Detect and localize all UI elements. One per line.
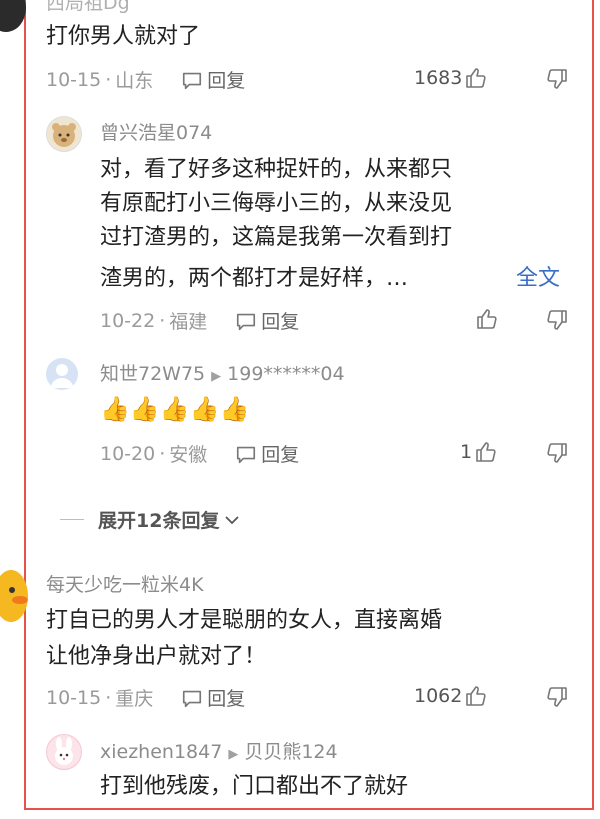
thumbs-up-icon [476, 442, 496, 462]
comment-username[interactable]: 曾兴浩星074 [100, 118, 212, 145]
expand-replies-button[interactable]: 展开12条回复 [60, 506, 241, 533]
reply-button[interactable]: 回复 [235, 440, 299, 467]
thumbs-down-button[interactable] [545, 67, 569, 95]
avatar[interactable] [0, 0, 26, 32]
reply-arrow-icon: ▶ [228, 747, 239, 762]
comment-text-line: 有原配打小三侮辱小三的，从来没见 [100, 191, 453, 216]
thumbs-down-icon [547, 310, 567, 330]
default-avatar-icon [50, 364, 74, 388]
thumbs-up-icon [466, 686, 486, 706]
thumbs-up-icon [466, 68, 486, 88]
comment-meta: 10-22 · 福建 回复 [100, 307, 299, 334]
comment-location: 福建 [169, 311, 208, 333]
comment-bubble-icon [183, 690, 202, 707]
comment-meta: 10-20 · 安徽 回复 [100, 440, 299, 467]
reply-label: 回复 [207, 688, 246, 710]
reply-arrow-icon: ▶ [211, 369, 222, 384]
comment-text-line: 让他净身出户就对了！ [46, 644, 267, 669]
comment-bubble-icon [237, 313, 256, 330]
like-count: 1683 [414, 67, 463, 89]
comment-username[interactable]: 每天少吃一粒米4K [46, 570, 204, 597]
avatar[interactable] [46, 358, 78, 390]
bear-avatar-icon [52, 123, 76, 147]
reply-button[interactable]: 回复 [235, 307, 299, 334]
like-button[interactable]: 1062 [414, 684, 488, 708]
emoji-text: 👍👍👍👍👍 [100, 395, 250, 423]
chevron-down-icon [225, 515, 240, 524]
comment-date: 10-22 [100, 309, 156, 332]
avatar[interactable] [46, 116, 82, 152]
full-text-link[interactable]: 全文 [516, 262, 560, 295]
comment-date: 10-15 [46, 686, 102, 709]
reply-label: 回复 [261, 444, 300, 466]
comment-location: 山东 [115, 70, 154, 92]
thumbs-down-icon [547, 69, 567, 89]
reply-button[interactable]: 回复 [181, 684, 245, 711]
avatar[interactable] [46, 734, 82, 770]
comment-bubble-icon [183, 72, 202, 89]
comment-meta: 10-15 · 山东 回复 [46, 66, 245, 93]
comment-text-line: 打自已的男人才是聪朋的女人，直接离婚 [46, 608, 443, 633]
comment-text-line: 对，看了好多这种捉奸的，从来都只 [100, 157, 453, 182]
reply-label: 回复 [207, 70, 246, 92]
reply-label: 回复 [261, 311, 300, 333]
thumbs-down-icon [547, 687, 567, 707]
comment-text-line: 渣男的，两个都打才是好样，… [100, 266, 409, 291]
thumbs-down-button[interactable] [545, 308, 569, 336]
like-button[interactable]: 1683 [414, 66, 488, 90]
reply-button[interactable]: 回复 [181, 66, 245, 93]
like-button[interactable]: 1 [460, 440, 498, 464]
comment-location: 重庆 [115, 688, 154, 710]
like-count: 1 [460, 441, 473, 463]
reply-author[interactable]: 知世72W75 [100, 363, 205, 385]
comment-date: 10-20 [100, 442, 156, 465]
thumbs-down-icon [547, 443, 567, 463]
comment-username: xiezhen1847 ▶ 贝贝熊124 [100, 737, 338, 764]
comment-username: 知世72W75 ▶ 199******04 [100, 359, 345, 386]
reply-target[interactable]: 199******04 [227, 363, 344, 385]
comment-username[interactable]: 西局祖Dg [46, 0, 130, 15]
thumbs-up-icon [477, 309, 497, 329]
reply-author[interactable]: xiezhen1847 [100, 741, 222, 763]
thumbs-down-button[interactable] [545, 441, 569, 469]
comment-text: 打你男人就对了 [46, 24, 201, 49]
comment-bubble-icon [237, 446, 256, 463]
comment-date: 10-15 [46, 68, 102, 91]
divider [60, 519, 84, 520]
comment-location: 安徽 [169, 444, 208, 466]
comment-meta: 10-15 · 重庆 回复 [46, 684, 245, 711]
like-count: 1062 [414, 685, 463, 707]
comment-text-line: 过打渣男的，这篇是我第一次看到打 [100, 225, 453, 250]
thumbs-down-button[interactable] [545, 685, 569, 713]
expand-replies-label: 展开12条回复 [98, 510, 220, 532]
bunny-avatar-icon [55, 737, 73, 765]
reply-target[interactable]: 贝贝熊124 [244, 741, 337, 763]
like-button[interactable] [475, 307, 499, 335]
comment-text: 打到他残废，门口都出不了就好 [100, 774, 409, 799]
